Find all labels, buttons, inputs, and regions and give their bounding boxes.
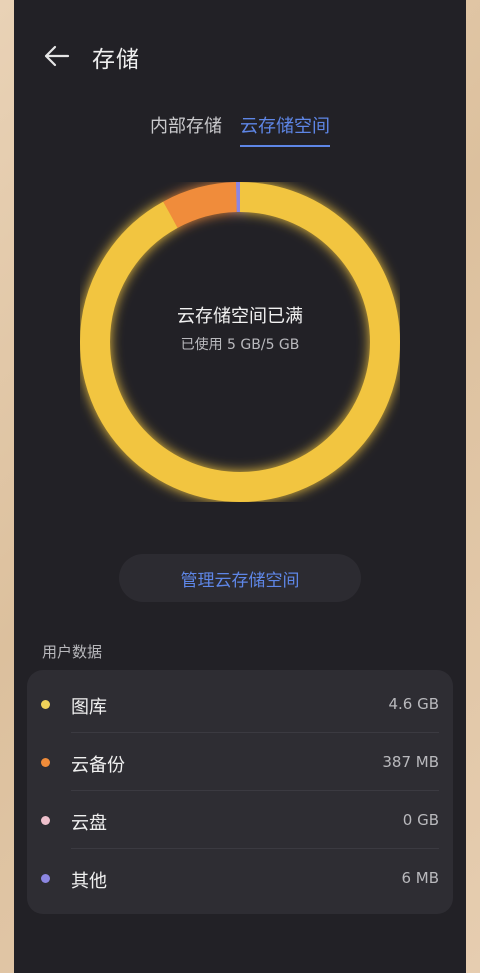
list-item-value: 6 MB	[401, 869, 439, 887]
back-button[interactable]	[36, 36, 76, 76]
cloud-backup-color-dot	[41, 758, 50, 767]
list-item-cloud-drive[interactable]: 云盘 0 GB	[27, 791, 453, 849]
list-item-cloud-backup[interactable]: 云备份 387 MB	[27, 733, 453, 791]
user-data-list: 图库 4.6 GB 云备份 387 MB 云盘 0 GB 其他 6 MB	[27, 670, 453, 914]
list-item-label: 云备份	[71, 755, 125, 776]
manage-cloud-storage-button[interactable]: 管理云存储空间	[119, 554, 361, 602]
storage-tabs: 内部存储 云存储空间	[14, 112, 466, 147]
list-item-value: 4.6 GB	[388, 695, 439, 713]
gallery-color-dot	[41, 700, 50, 709]
page-title: 存储	[92, 47, 140, 73]
tab-internal-storage[interactable]: 内部存储	[150, 112, 222, 147]
tab-cloud-storage[interactable]: 云存储空间	[240, 112, 330, 147]
list-item-label: 云盘	[71, 813, 107, 834]
list-item-label: 其他	[71, 871, 107, 892]
list-item-gallery[interactable]: 图库 4.6 GB	[27, 675, 453, 733]
arrow-left-icon	[44, 45, 70, 67]
list-item-value: 0 GB	[402, 811, 439, 829]
list-item-label: 图库	[71, 697, 107, 718]
other-color-dot	[41, 874, 50, 883]
list-item-value: 387 MB	[382, 753, 439, 771]
storage-ring: 云存储空间已满 已使用 5 GB/5 GB	[80, 182, 400, 502]
storage-usage-text: 已使用 5 GB/5 GB	[180, 337, 300, 353]
cloud-drive-color-dot	[41, 816, 50, 825]
phone-screen: 存储 内部存储 云存储空间 云存储空间已满 已使用 5 GB/5 GB 管理云存…	[14, 0, 466, 973]
list-item-other[interactable]: 其他 6 MB	[27, 849, 453, 907]
user-data-section-label: 用户数据	[42, 643, 103, 661]
storage-status-title: 云存储空间已满	[177, 306, 303, 327]
ring-center-text: 云存储空间已满 已使用 5 GB/5 GB	[80, 302, 400, 354]
